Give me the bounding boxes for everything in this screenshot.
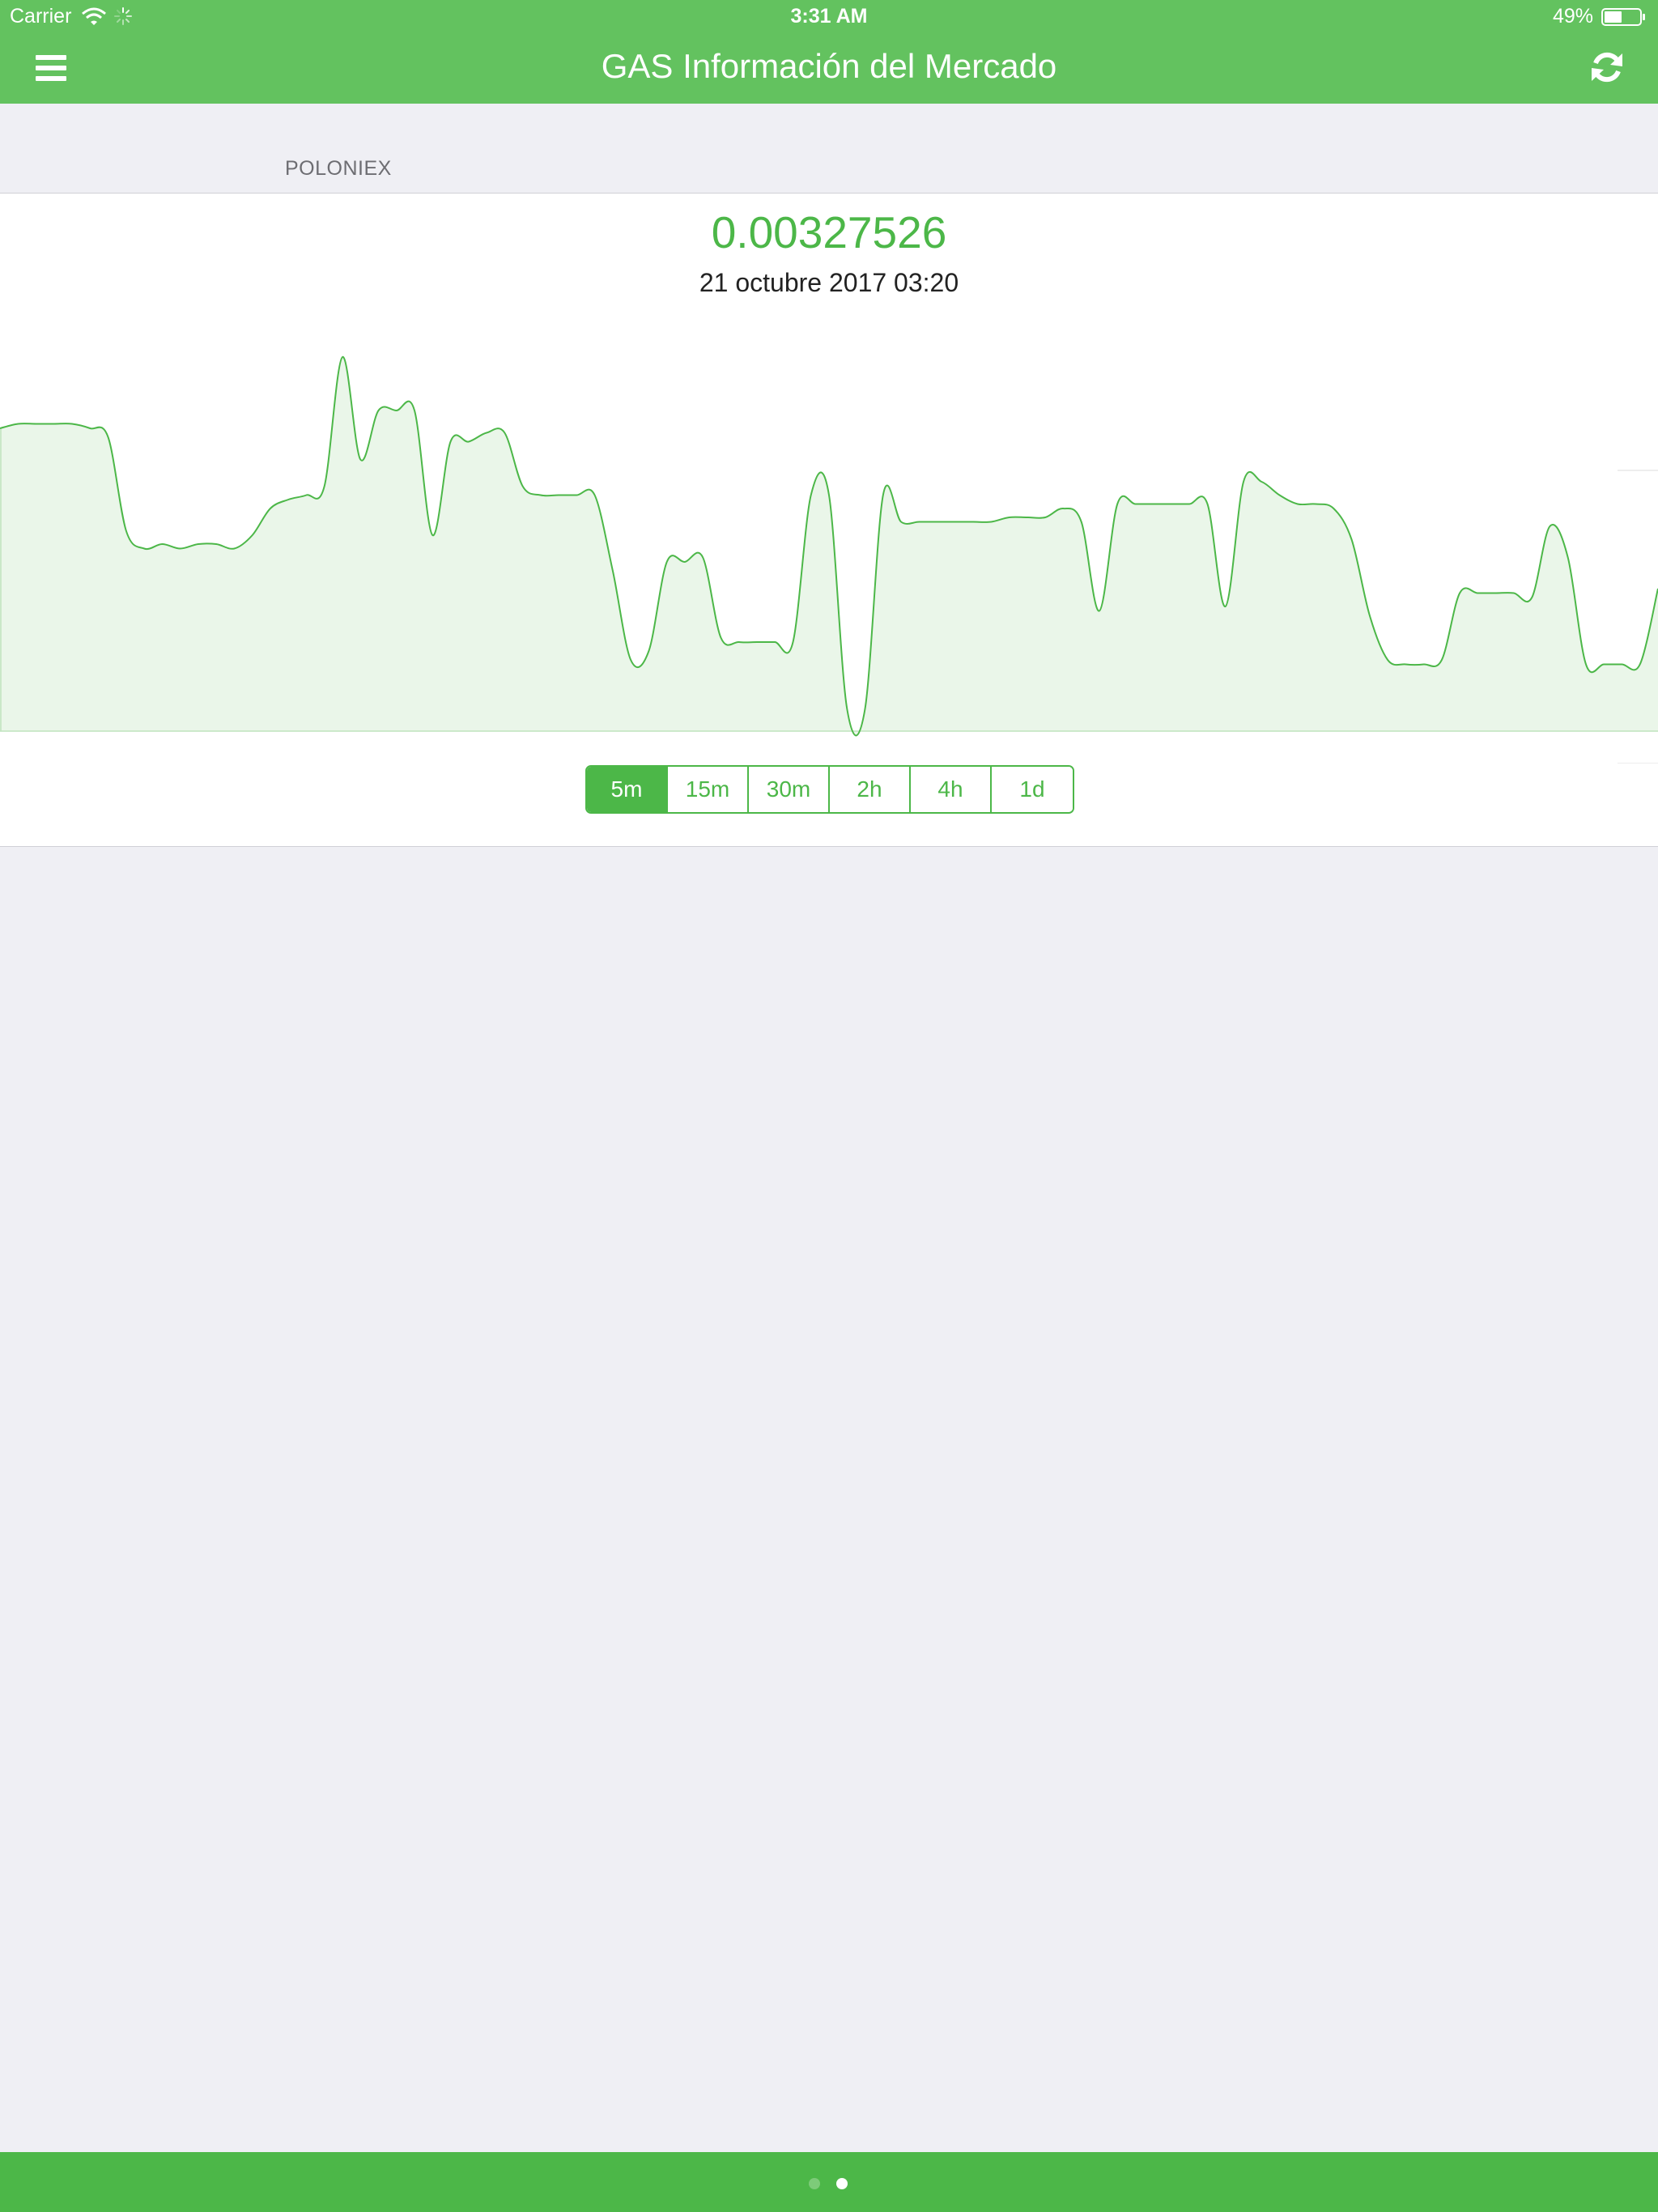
market-card: 0.00327526 21 octubre 2017 03:20 5m 15m 30… <box>0 193 1658 847</box>
exchange-section-header: POLONIEX <box>285 157 392 180</box>
price-chart[interactable] <box>0 278 1658 764</box>
interval-1d-button[interactable]: 1d <box>992 767 1073 812</box>
navigation-bar: GAS Información del Mercado <box>0 32 1658 104</box>
interval-4h-button[interactable]: 4h <box>911 767 992 812</box>
battery-percentage: 49% <box>1552 5 1593 28</box>
interval-15m-button[interactable]: 15m <box>668 767 749 812</box>
page-indicator-dot-2[interactable] <box>836 2178 848 2189</box>
page-indicator-dot-1[interactable] <box>809 2178 820 2189</box>
bottom-page-bar <box>0 2152 1658 2212</box>
status-bar: Carrier 3:31 AM 49% <box>0 0 1658 32</box>
interval-5m-button[interactable]: 5m <box>587 767 668 812</box>
interval-30m-button[interactable]: 30m <box>749 767 830 812</box>
clock: 3:31 AM <box>790 5 868 28</box>
page-title: GAS Información del Mercado <box>601 47 1057 85</box>
chart-area-fill <box>0 356 1658 736</box>
battery-icon <box>1601 8 1645 26</box>
refresh-icon[interactable] <box>1587 47 1627 87</box>
interval-selector: 5m 15m 30m 2h 4h 1d <box>585 765 1074 814</box>
current-price: 0.00327526 <box>711 207 947 257</box>
interval-2h-button[interactable]: 2h <box>830 767 911 812</box>
